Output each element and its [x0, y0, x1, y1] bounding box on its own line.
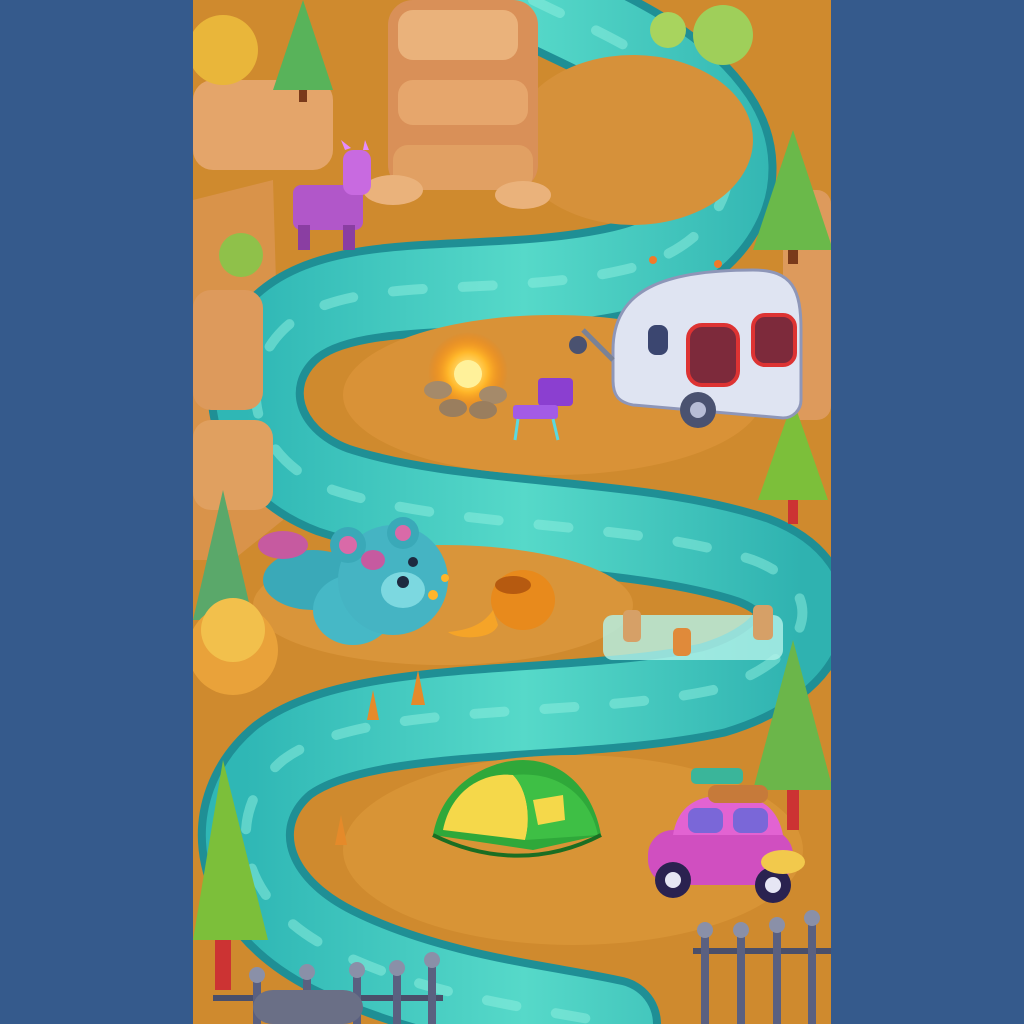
game-map-viewport[interactable] [193, 0, 831, 1024]
level-map-scene [193, 0, 831, 1024]
sandstone-pillar [363, 0, 551, 209]
green-bush [219, 233, 263, 277]
